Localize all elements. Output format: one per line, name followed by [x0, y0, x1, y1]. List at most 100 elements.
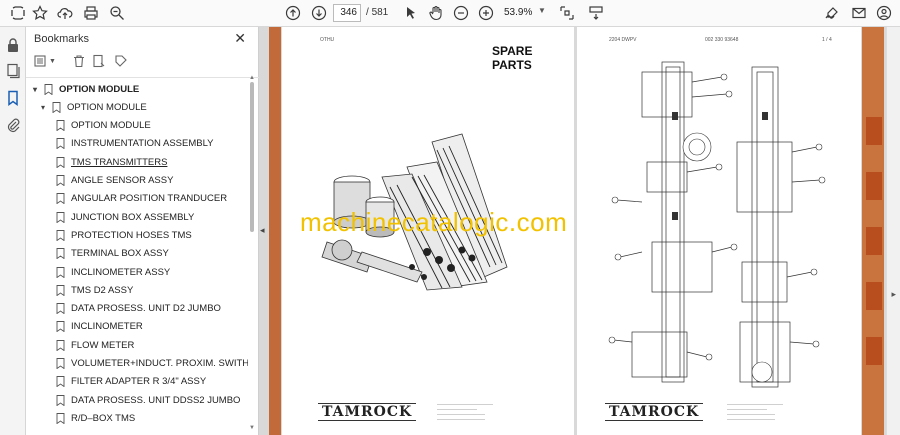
bookmark-label: INCLINOMETER: [71, 321, 143, 333]
bookmarks-title: Bookmarks: [34, 33, 90, 45]
bookmark-item[interactable]: ANGLE SENSOR ASSY: [56, 172, 173, 190]
bookmark-label: FLOW METER: [71, 339, 135, 351]
zoom-in-icon[interactable]: [476, 3, 496, 23]
bookmark-icon: [56, 120, 65, 132]
bookmark-icon[interactable]: [5, 90, 21, 106]
bookmark-label: TERMINAL BOX ASSY: [71, 248, 169, 260]
scroll-mode-icon[interactable]: [586, 3, 606, 23]
expand-caret-icon[interactable]: ▾: [30, 85, 40, 94]
delete-icon[interactable]: [72, 54, 90, 72]
bookmark-item[interactable]: INCLINOMETER ASSY: [56, 263, 170, 281]
bookmark-icon: [56, 156, 65, 168]
edit-sign-icon[interactable]: [822, 3, 842, 23]
bookmarks-list: ▾ OPTION MODULE ▾ OPTION MODULE OPTION MODUL…: [26, 80, 248, 435]
attachment-icon[interactable]: [5, 117, 21, 133]
zoom-out-icon[interactable]: [451, 3, 471, 23]
footer-address: —————————————— —————————— ———————————— ————…: [727, 401, 783, 421]
bookmark-item[interactable]: JUNCTION BOX ASSEMBLY: [56, 208, 194, 226]
print-icon[interactable]: [81, 3, 101, 23]
bookmark-item[interactable]: TMS TRANSMITTERS: [56, 153, 167, 171]
bookmark-label: DATA PROSESS. UNIT D2 JUMBO: [71, 303, 221, 315]
bookmark-item[interactable]: OPTION MODULE: [56, 117, 151, 135]
footer-address: —————————————— —————————— ———————————— ————…: [437, 401, 493, 421]
bookmark-label: OPTION MODULE: [71, 120, 151, 132]
bookmark-icon: [52, 101, 61, 113]
bookmark-item[interactable]: ANGULAR POSITION TRANDUCER: [56, 190, 227, 208]
bookmark-item[interactable]: ▾ OPTION MODULE: [30, 80, 139, 98]
bookmark-item[interactable]: FLOW METER: [56, 336, 134, 354]
bookmark-label: TMS D2 ASSY: [71, 284, 134, 296]
bookmark-icon: [44, 83, 53, 95]
bookmark-label: OPTION MODULE: [59, 83, 140, 95]
scroll-up-icon[interactable]: ▲: [249, 75, 255, 81]
email-icon[interactable]: [849, 3, 869, 23]
scroll-down-icon[interactable]: ▼: [249, 425, 255, 431]
bookmark-label: ANGULAR POSITION TRANDUCER: [71, 193, 228, 205]
bookmarks-panel: Bookmarks ✕ ▼ ▾ OPTION MODULE ▾ OPTION MODU…: [26, 27, 259, 435]
page-header-small: OTHU: [320, 37, 335, 43]
page-thumbnails-icon[interactable]: [5, 63, 21, 79]
bookmark-item[interactable]: INSTRUMENTATION ASSEMBLY: [56, 135, 214, 153]
cloud-upload-icon[interactable]: [55, 3, 75, 23]
toolbar: 346 / 581 53.9% ▼: [0, 0, 900, 27]
bookmark-item[interactable]: VOLUMETER+INDUCT. PROXIM. SWITHS: [56, 355, 248, 373]
bookmark-icon: [56, 175, 65, 186]
bookmark-label: ANGLE SENSOR ASSY: [71, 175, 174, 186]
page-tab: [866, 117, 882, 145]
bookmark-icon: [56, 211, 65, 223]
chevron-down-icon[interactable]: ▼: [538, 6, 546, 15]
page-tab: [866, 172, 882, 200]
navigation-rail: [0, 27, 26, 435]
tag-bookmark-icon[interactable]: [114, 54, 132, 72]
account-icon[interactable]: [874, 3, 894, 23]
page-title: SPARE PARTS: [492, 44, 533, 72]
expand-caret-icon[interactable]: ▾: [38, 103, 48, 112]
divider: [26, 77, 259, 78]
bookmark-item[interactable]: DATA PROSESS. UNIT D2 JUMBO: [56, 300, 221, 318]
bookmark-label: FILTER ADAPTER R 3/4" ASSY: [71, 376, 207, 388]
bookmark-label: INCLINOMETER ASSY: [71, 266, 171, 278]
bookmark-item[interactable]: PROTECTION HOSES TMS: [56, 226, 192, 244]
bookmark-item[interactable]: FILTER ADAPTER R 3/4" ASSY: [56, 373, 206, 391]
search-icon[interactable]: [107, 3, 127, 23]
bookmark-icon: [56, 138, 65, 150]
bookmark-icon: [56, 376, 65, 388]
bookmark-icon: [56, 321, 65, 333]
bookmark-label: OPTION MODULE: [67, 101, 147, 113]
chevron-right-icon[interactable]: ▸: [891, 289, 896, 300]
bookmark-icon: [56, 284, 65, 296]
lock-icon[interactable]: [5, 37, 21, 53]
bookmark-label: DATA PROSESS. UNIT DDSS2 JUMBO: [71, 394, 241, 406]
bookmark-item[interactable]: DATA PROSESS. UNIT DDSS2 JUMBO: [56, 391, 240, 409]
bookmark-label: R/D–BOX TMS: [71, 412, 136, 424]
prev-page-icon[interactable]: [283, 3, 303, 23]
new-bookmark-icon[interactable]: [92, 54, 110, 72]
bookmark-icon: [56, 248, 65, 260]
fit-page-icon[interactable]: [557, 3, 577, 23]
bookmark-icon: [56, 266, 65, 278]
bookmark-item[interactable]: TERMINAL BOX ASSY: [56, 245, 169, 263]
chevron-down-icon[interactable]: ▼: [49, 58, 67, 76]
page-tab: [866, 337, 882, 365]
scrollbar[interactable]: [250, 82, 254, 232]
select-cursor-icon[interactable]: [401, 3, 421, 23]
bookmark-label: TMS TRANSMITTERS: [71, 156, 168, 168]
bookmark-item[interactable]: TMS D2 ASSY: [56, 281, 133, 299]
page-number-input[interactable]: 346: [333, 4, 361, 22]
hand-tool-icon[interactable]: [426, 3, 446, 23]
tamrock-logo: TAMROCK: [605, 403, 704, 421]
bookmark-item[interactable]: ▾ OPTION MODULE: [38, 98, 147, 116]
drawing-number: 002 330 93648: [705, 37, 739, 43]
watermark: machinecatalogic.com: [300, 207, 568, 237]
page-tab: [866, 282, 882, 310]
bookmark-item[interactable]: R/D–BOX TMS: [56, 409, 135, 427]
document-page-right: 2204 DWPV 002 330 93648 1 / 4 TAMROCK ——…: [577, 27, 861, 435]
bookmark-item[interactable]: INCLINOMETER: [56, 318, 143, 336]
bookmark-icon: [56, 303, 65, 315]
chevron-left-icon[interactable]: ◂: [260, 225, 265, 236]
next-page-icon[interactable]: [309, 3, 329, 23]
bookmark-star-icon[interactable]: [30, 3, 50, 23]
right-scroll-gutter[interactable]: ▸: [886, 27, 900, 435]
close-icon[interactable]: ✕: [234, 30, 246, 47]
home-icon[interactable]: [8, 3, 28, 23]
